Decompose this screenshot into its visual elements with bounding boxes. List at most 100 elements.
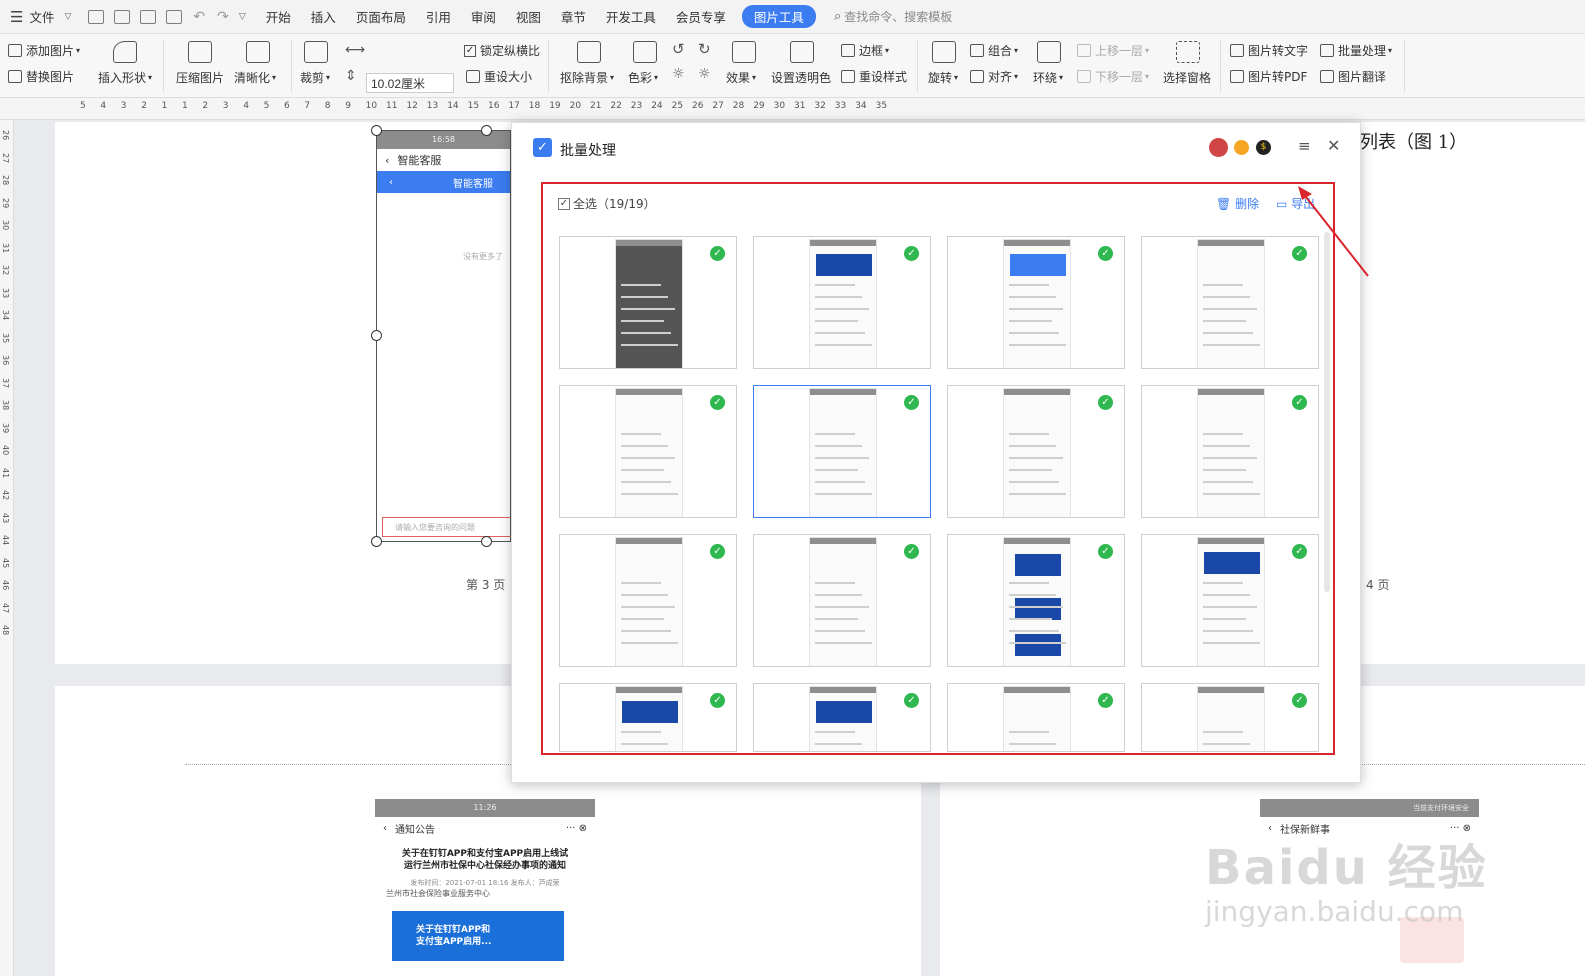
image-thumbnail[interactable]: ✓: [1141, 534, 1319, 667]
checkmark-icon[interactable]: ✓: [1098, 246, 1113, 261]
resize-handle[interactable]: [371, 330, 382, 341]
group-button[interactable]: 组合 ▾: [970, 42, 1018, 59]
print-preview-icon[interactable]: [166, 9, 183, 24]
reset-style-button[interactable]: 重设样式: [841, 68, 907, 85]
checkmark-icon[interactable]: ✓: [1098, 544, 1113, 559]
image-thumbnail[interactable]: ✓: [1141, 683, 1319, 752]
resize-handle[interactable]: [371, 125, 382, 136]
checkmark-icon[interactable]: ✓: [710, 395, 725, 410]
select-all-checkbox[interactable]: ✓ 全选（19/19）: [558, 195, 656, 212]
border-button[interactable]: 边框 ▾: [841, 42, 889, 59]
image-thumbnail[interactable]: ✓: [947, 236, 1125, 369]
align-button[interactable]: 对齐 ▾: [970, 68, 1018, 85]
image-thumbnail[interactable]: ✓: [753, 534, 931, 667]
checkmark-icon[interactable]: ✓: [904, 395, 919, 410]
effects-button[interactable]: 效果 ▾: [726, 69, 756, 86]
hamburger-icon[interactable]: ☰: [10, 8, 23, 26]
remove-background-button[interactable]: 抠除背景 ▾: [560, 69, 614, 86]
tab-start[interactable]: 开始: [256, 7, 301, 26]
checkmark-icon[interactable]: ✓: [710, 246, 725, 261]
image-thumbnail[interactable]: ✓: [1141, 385, 1319, 518]
file-menu[interactable]: 文件: [23, 7, 64, 26]
tab-view[interactable]: 视图: [506, 7, 551, 26]
image-thumbnail[interactable]: ✓: [947, 534, 1125, 667]
image-thumbnail[interactable]: ✓: [947, 385, 1125, 518]
image-thumbnail[interactable]: ✓: [753, 385, 931, 518]
checkmark-icon[interactable]: ✓: [904, 693, 919, 708]
save-icon[interactable]: [88, 9, 105, 24]
resize-handle[interactable]: [481, 125, 492, 136]
format-painter-icon[interactable]: [114, 9, 131, 24]
resize-handle[interactable]: [371, 536, 382, 547]
horizontal-ruler[interactable]: 5 4 3 2 1 1 2 3 4 5 6 7 8 9 10 11 12 13 14 15 16 17 18 19 20 21 22…: [0, 98, 1585, 120]
image-translate-button[interactable]: 图片翻译: [1320, 68, 1386, 85]
image-thumbnail[interactable]: ✓: [559, 385, 737, 518]
delete-button[interactable]: 🗑 删除: [1216, 195, 1259, 212]
tab-review[interactable]: 审阅: [461, 7, 506, 26]
image-thumbnail[interactable]: ✓: [753, 236, 931, 369]
wrap-button[interactable]: 环绕 ▾: [1033, 69, 1063, 86]
tab-references[interactable]: 引用: [416, 7, 461, 26]
resize-handle[interactable]: [481, 536, 492, 547]
preview-text-line: [621, 344, 678, 346]
image-to-pdf-button[interactable]: 图片转PDF: [1230, 68, 1307, 85]
selection-pane-button[interactable]: 选择窗格: [1163, 69, 1211, 86]
batch-process-button[interactable]: 批量处理 ▾: [1320, 42, 1392, 59]
rotate-right-icon[interactable]: ↻: [698, 40, 711, 58]
rotate-left-icon[interactable]: ↺: [672, 40, 685, 58]
tab-picture-tools[interactable]: 图片工具: [741, 5, 816, 28]
undo-icon[interactable]: ↶: [193, 9, 205, 25]
scrollbar[interactable]: [1324, 232, 1330, 592]
checkmark-icon[interactable]: ✓: [1292, 395, 1307, 410]
add-image-button[interactable]: 添加图片 ▾: [8, 42, 80, 59]
print-icon[interactable]: [140, 9, 157, 24]
search-box[interactable]: 查找命令、搜索模板: [844, 8, 952, 25]
close-icon[interactable]: ✕: [1327, 136, 1340, 155]
reset-size-button[interactable]: 重设大小: [466, 68, 532, 85]
checkmark-icon[interactable]: ✓: [1098, 693, 1113, 708]
lock-ratio-checkbox[interactable]: ✓ 锁定纵横比: [464, 42, 540, 59]
image-thumbnail[interactable]: ✓: [559, 534, 737, 667]
checkmark-icon[interactable]: ✓: [1292, 693, 1307, 708]
search-icon[interactable]: ⌕: [834, 9, 841, 24]
checkmark-icon[interactable]: ✓: [904, 544, 919, 559]
checkmark-icon[interactable]: ✓: [710, 693, 725, 708]
image-thumbnail[interactable]: ✓: [559, 236, 737, 369]
tab-insert[interactable]: 插入: [301, 7, 346, 26]
color-button[interactable]: 色彩 ▾: [628, 69, 658, 86]
rotate-button[interactable]: 旋转 ▾: [928, 69, 958, 86]
checkmark-icon[interactable]: ✓: [904, 246, 919, 261]
brightness-up-icon[interactable]: ☼: [672, 66, 685, 82]
menu-icon[interactable]: ≡: [1298, 137, 1311, 155]
image-thumbnail[interactable]: ✓: [559, 683, 737, 752]
checkmark-icon[interactable]: ✓: [710, 544, 725, 559]
image-thumbnail[interactable]: ✓: [947, 683, 1125, 752]
crop-button[interactable]: 裁剪 ▾: [300, 69, 330, 86]
tab-chapter[interactable]: 章节: [551, 7, 596, 26]
notice-screenshot: 11:26 ‹ 通知公告 ··· ⊗ 关于在钉钉APP和支付宝APP启用上线试 运行…: [375, 799, 595, 976]
width-input[interactable]: [366, 73, 454, 93]
selected-image[interactable]: 16:58 ‹ 智能客服 ‹ 智能客服 没有更多了 请输入您要咨询的问题: [376, 130, 512, 542]
preview-text-line: [815, 320, 858, 322]
send-backward-button[interactable]: 下移一层 ▾: [1077, 68, 1149, 85]
tab-member[interactable]: 会员专享: [666, 7, 736, 26]
sharpen-button[interactable]: 清晰化 ▾: [234, 69, 276, 86]
tab-page-layout[interactable]: 页面布局: [346, 7, 416, 26]
image-to-text-button[interactable]: 图片转文字: [1230, 42, 1308, 59]
vertical-ruler[interactable]: 26 27 28 29 30 31 32 33 34 35 36 37 38 39 40 41 42 43 44 45…: [0, 120, 14, 976]
set-transparent-button[interactable]: 设置透明色: [771, 69, 831, 86]
avatar[interactable]: [1209, 138, 1228, 157]
tab-developer[interactable]: 开发工具: [596, 7, 666, 26]
insert-shape-button[interactable]: 插入形状 ▾: [98, 69, 152, 86]
brightness-down-icon[interactable]: ☼: [698, 66, 711, 82]
compress-image-button[interactable]: 压缩图片: [176, 69, 224, 86]
chevron-down-icon[interactable]: ▽: [64, 12, 71, 22]
checkmark-icon[interactable]: ✓: [1098, 395, 1113, 410]
bring-forward-button[interactable]: 上移一层 ▾: [1077, 42, 1149, 59]
replace-image-button[interactable]: 替换图片: [8, 68, 74, 85]
customize-icon[interactable]: ▽: [239, 12, 246, 22]
ruler-tick: 12: [406, 101, 418, 111]
image-thumbnail[interactable]: ✓: [753, 683, 931, 752]
redo-icon[interactable]: ↷: [217, 9, 229, 25]
checkmark-icon[interactable]: ✓: [1292, 544, 1307, 559]
